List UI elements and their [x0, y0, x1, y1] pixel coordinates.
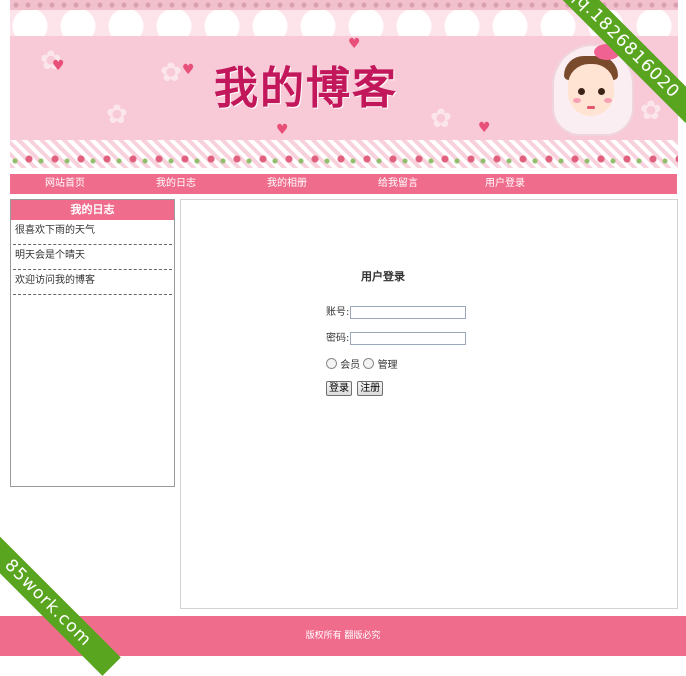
login-button[interactable]: 登录	[326, 381, 352, 396]
nav-item-guestbook[interactable]: 给我留言	[358, 174, 438, 194]
flower-icon: ✿	[640, 96, 662, 126]
diary-list-item[interactable]: 很喜欢下雨的天气	[13, 220, 172, 245]
heart-icon: ♥	[478, 120, 491, 136]
banner-lace-bottom	[10, 140, 678, 168]
admin-radio-label: 管理	[377, 360, 398, 371]
flower-icon: ✿	[160, 58, 182, 88]
flower-icon: ✿	[430, 104, 452, 134]
heart-icon: ♥	[348, 36, 361, 52]
form-buttons: 登录 注册	[326, 381, 385, 396]
password-row: 密码:	[326, 329, 466, 345]
flower-icon: ✿	[106, 100, 128, 130]
role-selector: 会员 管理	[326, 356, 398, 371]
diary-list-item[interactable]: 欢迎访问我的博客	[13, 270, 172, 295]
main-nav: 网站首页 我的日志 我的相册 给我留言 用户登录	[10, 174, 677, 194]
heart-icon: ♥	[276, 122, 289, 138]
password-input[interactable]	[350, 331, 466, 345]
main-content: 用户登录 账号: 密码: 会员 管理 登录 注册	[180, 199, 678, 609]
nav-item-album[interactable]: 我的相册	[247, 174, 327, 194]
account-label: 账号:	[326, 307, 350, 318]
login-title: 用户登录	[361, 270, 405, 283]
header-banner: ✿ ✿ ✿ ✿ ✿ ✿ ♥ ♥ ♥ ♥ ♥ 我的博客	[10, 0, 678, 168]
diary-sidebar: 我的日志 很喜欢下雨的天气 明天会是个晴天 欢迎访问我的博客	[10, 199, 175, 487]
diary-list-item[interactable]: 明天会是个晴天	[13, 245, 172, 270]
register-button[interactable]: 注册	[357, 381, 384, 396]
site-title: 我的博客	[214, 63, 398, 114]
nav-item-diary[interactable]: 我的日志	[136, 174, 216, 194]
account-input[interactable]	[350, 305, 466, 319]
nav-item-login[interactable]: 用户登录	[465, 174, 545, 194]
heart-icon: ♥	[52, 58, 65, 74]
admin-radio[interactable]	[363, 358, 375, 369]
member-radio[interactable]	[326, 358, 337, 369]
password-label: 密码:	[326, 333, 350, 344]
sidebar-title: 我的日志	[11, 200, 174, 220]
heart-icon: ♥	[182, 62, 195, 78]
account-row: 账号:	[326, 303, 466, 319]
diary-list: 很喜欢下雨的天气 明天会是个晴天 欢迎访问我的博客	[11, 220, 174, 295]
nav-item-home[interactable]: 网站首页	[25, 174, 105, 194]
copyright-text: 版权所有 翻版必究	[305, 631, 381, 641]
member-radio-label: 会员	[340, 360, 361, 371]
